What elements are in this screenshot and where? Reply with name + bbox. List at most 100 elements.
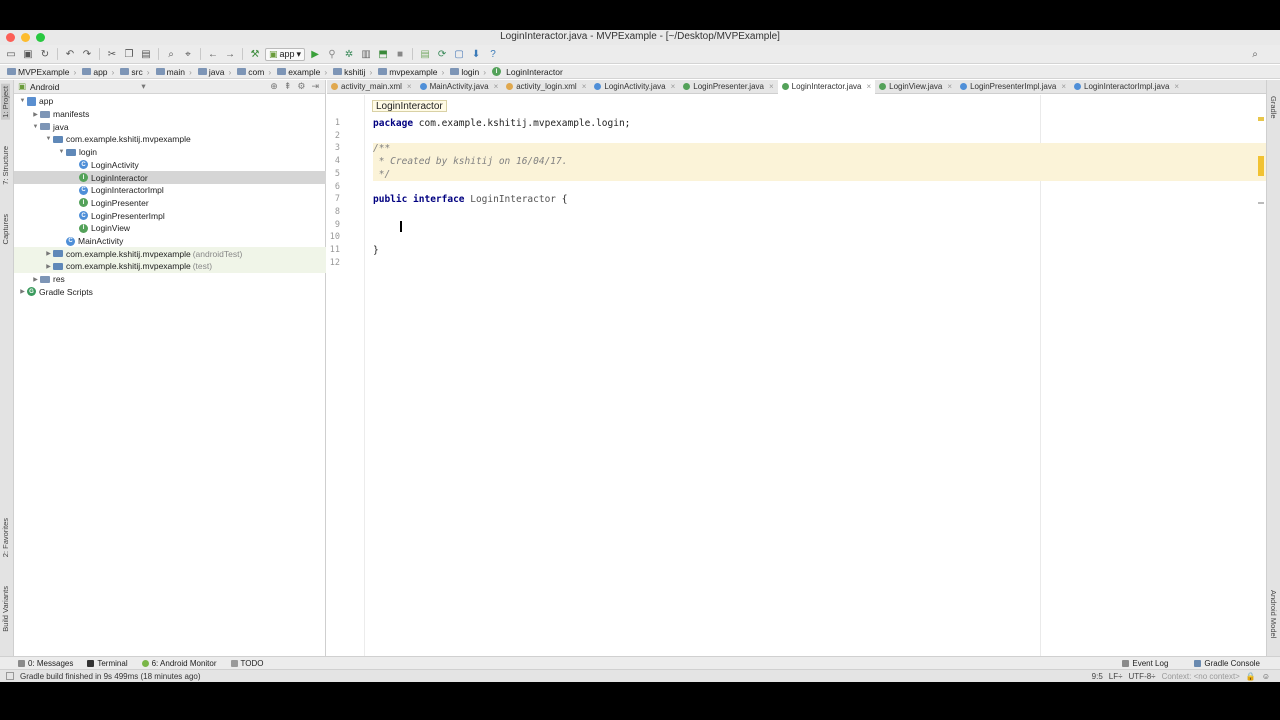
tree-item[interactable]: C LoginInteractorImpl (14, 184, 326, 197)
code-line[interactable]: /** (373, 143, 1266, 157)
tree-item[interactable]: ▼ com.example.kshitij.mvpexample (14, 133, 326, 146)
close-tab-icon[interactable]: × (769, 82, 774, 91)
expand-arrow-icon[interactable]: ▶ (44, 250, 53, 257)
toggle-tool-windows-icon[interactable] (6, 672, 14, 680)
code-line[interactable]: */ (373, 168, 1266, 182)
close-tab-icon[interactable]: × (866, 82, 871, 91)
code-line[interactable] (373, 220, 1266, 233)
find-icon[interactable]: ⌕ (164, 47, 178, 61)
code-line[interactable] (373, 182, 1266, 195)
debug-icon[interactable]: ⚲ (325, 47, 339, 61)
breadcrumb-item[interactable]: MVPExample › (4, 67, 79, 77)
android-model-tool-tab[interactable]: Android Model (1269, 590, 1278, 638)
editor-tab[interactable]: LoginView.java × (875, 80, 956, 94)
make-project-icon[interactable]: ⚒ (248, 47, 262, 61)
tree-item[interactable]: C MainActivity (14, 235, 326, 248)
tree-item[interactable]: ▶ res (14, 273, 326, 286)
close-tab-icon[interactable]: × (1174, 82, 1179, 91)
expand-arrow-icon[interactable]: ▶ (18, 288, 27, 295)
tree-item[interactable]: I LoginView (14, 222, 326, 235)
file-encoding[interactable]: UTF-8÷ (1129, 672, 1156, 681)
tree-item[interactable]: C LoginActivity (14, 159, 326, 172)
breadcrumb-item[interactable]: com › (234, 67, 274, 77)
expand-arrow-icon[interactable]: ▶ (44, 263, 53, 270)
editor-tab[interactable]: activity_login.xml × (502, 80, 590, 94)
back-icon[interactable]: ← (206, 47, 220, 61)
open-folder-icon[interactable]: ▭ (4, 47, 18, 61)
lock-icon[interactable]: 🔒 (1246, 672, 1256, 681)
todo-tool-tab[interactable]: TODO (230, 659, 264, 668)
code-line[interactable]: package com.example.kshitij.mvpexample.l… (373, 118, 1266, 131)
run-config-select[interactable]: ▣ app ▾ (265, 47, 306, 61)
gradle-tool-tab[interactable]: Gradle (1269, 96, 1278, 119)
sync-icon[interactable]: ↻ (38, 47, 52, 61)
tree-item[interactable]: ▶ com.example.kshitij.mvpexample (test) (14, 260, 326, 273)
collapse-all-icon[interactable]: ⇞ (284, 81, 292, 92)
expand-arrow-icon[interactable]: ▶ (31, 276, 40, 283)
editor-tab[interactable]: LoginPresenter.java × (679, 80, 777, 94)
build-variants-tool-tab[interactable]: Build Variants (1, 586, 10, 632)
apply-changes-icon[interactable]: ⬒ (376, 47, 390, 61)
warning-stripe[interactable] (1258, 117, 1264, 121)
editor-tab[interactable]: LoginInteractorImpl.java × (1070, 80, 1183, 94)
close-tab-icon[interactable]: × (407, 82, 412, 91)
tree-item[interactable]: I LoginPresenter (14, 197, 326, 210)
breadcrumb-item[interactable]: java › (195, 67, 234, 77)
attach-debugger-icon[interactable]: ✲ (342, 47, 356, 61)
collapse-arrow-icon[interactable]: ▼ (57, 149, 66, 155)
breadcrumb-item[interactable]: mvpexample › (375, 67, 447, 77)
structure-tool-tab[interactable]: 7: Structure (1, 146, 10, 185)
replace-icon[interactable]: ⌖ (181, 47, 195, 61)
breadcrumb-item[interactable]: I LoginInteractor (489, 67, 566, 77)
code-area[interactable]: package com.example.kshitij.mvpexample.l… (373, 95, 1266, 656)
save-all-icon[interactable]: ▣ (21, 47, 35, 61)
code-line[interactable]: * Created by kshitij on 16/04/17. (373, 156, 1266, 169)
redo-icon[interactable]: ↷ (80, 47, 94, 61)
close-tab-icon[interactable]: × (582, 82, 587, 91)
undo-icon[interactable]: ↶ (63, 47, 77, 61)
code-line[interactable] (373, 258, 1266, 271)
cut-icon[interactable]: ✂ (105, 47, 119, 61)
collapse-arrow-icon[interactable]: ▼ (18, 98, 27, 104)
close-tab-icon[interactable]: × (1061, 82, 1066, 91)
editor-tab[interactable]: MainActivity.java × (416, 80, 503, 94)
tree-item[interactable]: C LoginPresenterImpl (14, 209, 326, 222)
paste-icon[interactable]: ▤ (139, 47, 153, 61)
status-message[interactable]: Gradle build finished in 9s 499ms (18 mi… (20, 672, 201, 681)
tree-item[interactable]: I LoginInteractor (14, 171, 326, 184)
caret-position[interactable]: 9:5 (1092, 672, 1103, 681)
editor-tab[interactable]: LoginInteractor.java × (777, 79, 876, 94)
collapse-arrow-icon[interactable]: ▼ (44, 136, 53, 142)
code-line[interactable] (373, 232, 1266, 245)
tree-item[interactable]: ▼ app (14, 95, 326, 108)
event-log-tool-tab[interactable]: Event Log (1122, 659, 1168, 668)
messages-tool-tab[interactable]: 0: Messages (18, 659, 73, 668)
close-tab-icon[interactable]: × (494, 82, 499, 91)
breadcrumb-item[interactable]: kshitij › (330, 67, 375, 77)
gear-icon[interactable]: ⚙ (297, 81, 305, 92)
hide-panel-icon[interactable]: ⇥ (311, 81, 319, 92)
tree-item[interactable]: ▶ manifests (14, 108, 326, 121)
tree-item[interactable]: ▼ java (14, 120, 326, 133)
gradle-console-tool-tab[interactable]: Gradle Console (1194, 659, 1260, 668)
sdk-manager-icon[interactable]: ⬇ (469, 47, 483, 61)
android-monitor-tool-tab[interactable]: 6: Android Monitor (141, 659, 217, 668)
favorites-tool-tab[interactable]: 2: Favorites (1, 518, 10, 557)
event-icon[interactable]: ☺ (1262, 672, 1270, 681)
code-line[interactable]: } (373, 245, 1266, 258)
editor-tab[interactable]: LoginActivity.java × (590, 80, 679, 94)
breadcrumb-item[interactable]: login › (447, 67, 489, 77)
editor-tab[interactable]: activity_main.xml × (327, 80, 416, 94)
editor-tab[interactable]: LoginPresenterImpl.java × (956, 80, 1070, 94)
doc-highlight-stripe[interactable] (1258, 156, 1264, 176)
code-line[interactable]: public interface LoginInteractor { (373, 194, 1266, 207)
avd-manager-icon[interactable]: ▤ (418, 47, 432, 61)
terminal-tool-tab[interactable]: Terminal (87, 659, 128, 668)
close-tab-icon[interactable]: × (671, 82, 676, 91)
tree-item[interactable]: ▶ G Gradle Scripts (14, 286, 326, 299)
tree-item[interactable]: ▶ com.example.kshitij.mvpexample (androidT… (14, 247, 326, 261)
project-view-mode[interactable]: Android (30, 82, 59, 92)
project-tool-tab[interactable]: 1: Project (1, 84, 10, 120)
tree-item[interactable]: ▼ login (14, 146, 326, 159)
close-tab-icon[interactable]: × (947, 82, 952, 91)
